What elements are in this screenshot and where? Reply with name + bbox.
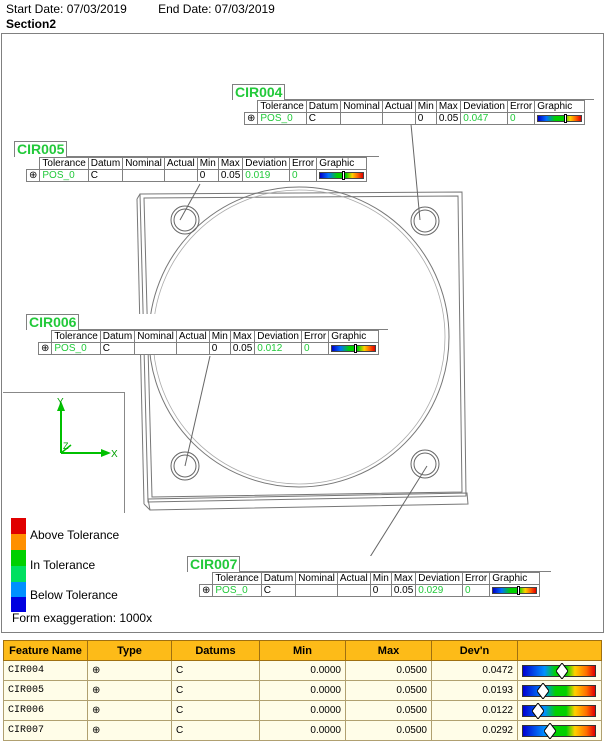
col-feature-name[interactable]: Feature Name [3, 640, 88, 661]
deviation-graphic-cell [517, 680, 602, 701]
min-cell: 0.0000 [259, 660, 346, 681]
legend-color-bar [11, 518, 26, 613]
axis-z-label: Z [63, 441, 69, 451]
cad-viewport[interactable]: Y Z X CIR004 Tolerance Datum Nominal Actua… [1, 33, 604, 633]
min-cell: 0.0000 [259, 680, 346, 701]
position-icon: ⊕ [92, 685, 101, 696]
feature-name-cell: CIR004 [3, 660, 88, 681]
hole-cir004 [410, 206, 440, 236]
position-icon: ⊕ [92, 725, 101, 736]
deviation-bar [522, 682, 596, 699]
legend-above-2 [11, 534, 26, 550]
axis-triad: Y Z X [57, 397, 118, 460]
callout-table: Tolerance Datum Nominal Actual Min Max Devia… [25, 157, 368, 182]
datums-cell: C [171, 700, 260, 721]
deviation-marker-icon [532, 702, 544, 719]
start-date: Start Date: 07/03/2019 [6, 2, 127, 16]
deviation-graphic-cell [517, 700, 602, 721]
position-icon: ⊕ [92, 705, 101, 716]
type-cell: ⊕ [87, 720, 172, 741]
col-graphic [517, 640, 602, 661]
type-cell: ⊕ [87, 660, 172, 681]
deviation-bar [522, 662, 596, 679]
callout-cir005[interactable]: CIR005 Tolerance Datum Nominal Actual Min Ma… [14, 141, 379, 182]
section-title: Section2 [6, 17, 57, 31]
col-type[interactable]: Type [87, 640, 172, 661]
col-max[interactable]: Max [345, 640, 432, 661]
deviation-bar [522, 722, 596, 739]
type-cell: ⊕ [87, 700, 172, 721]
callout-table: Tolerance Datum Nominal Actual Min Max Devia… [198, 572, 541, 597]
devn-cell: 0.0472 [431, 660, 518, 681]
legend-in-2 [11, 566, 26, 582]
deviation-marker-icon [556, 662, 568, 679]
report-dates: Start Date: 07/03/2019 End Date: 07/03/2… [6, 2, 303, 16]
deviation-marker-icon [537, 682, 549, 699]
table-row[interactable]: CIR005 ⊕ C 0.0000 0.0500 0.0193 [3, 680, 602, 701]
callout-cir006[interactable]: CIR006 Tolerance Datum Nominal Actual Min Ma… [26, 314, 388, 355]
datums-cell: C [171, 680, 260, 701]
tolerance-graphic [537, 113, 583, 123]
legend-below-1 [11, 582, 26, 597]
deviation-marker-icon [342, 170, 346, 180]
legend-above-label: Above Tolerance [30, 528, 120, 542]
legend-below-label: Below Tolerance [30, 588, 118, 602]
callout-title: CIR005 [14, 141, 68, 157]
callout-title: CIR007 [187, 556, 241, 572]
form-exaggeration: Form exaggeration: 1000x [12, 611, 153, 625]
type-cell: ⊕ [87, 680, 172, 701]
max-cell: 0.0500 [345, 700, 432, 721]
tolerance-graphic [331, 343, 377, 353]
table-row[interactable]: CIR007 ⊕ C 0.0000 0.0500 0.0292 [3, 720, 602, 741]
position-icon: ⊕ [198, 584, 214, 597]
position-icon: ⊕ [243, 112, 259, 125]
devn-cell: 0.0122 [431, 700, 518, 721]
hole-cir007 [410, 449, 440, 479]
axis-triad-panel: Y Z X [3, 392, 125, 513]
max-cell: 0.0500 [345, 680, 432, 701]
feature-name-cell: CIR005 [3, 680, 88, 701]
position-icon: ⊕ [25, 169, 41, 182]
callout-table: Tolerance Datum Nominal Actual Min Max Devia… [37, 330, 380, 355]
min-cell: 0.0000 [259, 720, 346, 741]
callout-table: Tolerance Datum Nominal Actual Min Max Devia… [243, 100, 586, 125]
legend-above-1 [11, 518, 26, 534]
deviation-graphic-cell [517, 660, 602, 681]
deviation-marker-icon [564, 113, 568, 123]
min-cell: 0.0000 [259, 700, 346, 721]
deviation-bar [522, 702, 596, 719]
devn-cell: 0.0193 [431, 680, 518, 701]
datums-cell: C [171, 720, 260, 741]
feature-name-cell: CIR006 [3, 700, 88, 721]
axis-x-label: X [111, 449, 118, 460]
end-date: End Date: 07/03/2019 [158, 2, 275, 16]
datums-cell: C [171, 660, 260, 681]
table-row[interactable]: CIR006 ⊕ C 0.0000 0.0500 0.0122 [3, 700, 602, 721]
deviation-marker-icon [544, 722, 556, 739]
callout-title: CIR006 [26, 314, 80, 330]
max-cell: 0.0500 [345, 720, 432, 741]
tolerance-graphic [492, 585, 538, 595]
deviation-marker-icon [354, 343, 358, 353]
table-row[interactable]: CIR004 ⊕ C 0.0000 0.0500 0.0472 [3, 660, 602, 681]
callout-cir004[interactable]: CIR004 Tolerance Datum Nominal Actual Min Ma… [232, 84, 594, 125]
deviation-graphic-cell [517, 720, 602, 741]
col-datums[interactable]: Datums [171, 640, 260, 661]
legend-in-1 [11, 550, 26, 566]
callout-cir007[interactable]: CIR007 Tolerance Datum Nominal Actual Min Ma… [187, 556, 551, 597]
deviation-marker-icon [517, 585, 521, 595]
position-icon: ⊕ [92, 665, 101, 676]
tolerance-graphic [319, 170, 365, 180]
position-icon: ⊕ [37, 342, 53, 355]
legend-in-label: In Tolerance [30, 558, 96, 572]
col-min[interactable]: Min [259, 640, 346, 661]
feature-name-cell: CIR007 [3, 720, 88, 741]
max-cell: 0.0500 [345, 660, 432, 681]
results-table: Feature Name Type Datums Min Max Dev'n C… [3, 640, 602, 741]
callout-title: CIR004 [232, 84, 286, 100]
col-devn[interactable]: Dev'n [431, 640, 518, 661]
legend-below-2 [11, 597, 26, 612]
axis-y-label: Y [57, 397, 64, 408]
devn-cell: 0.0292 [431, 720, 518, 741]
